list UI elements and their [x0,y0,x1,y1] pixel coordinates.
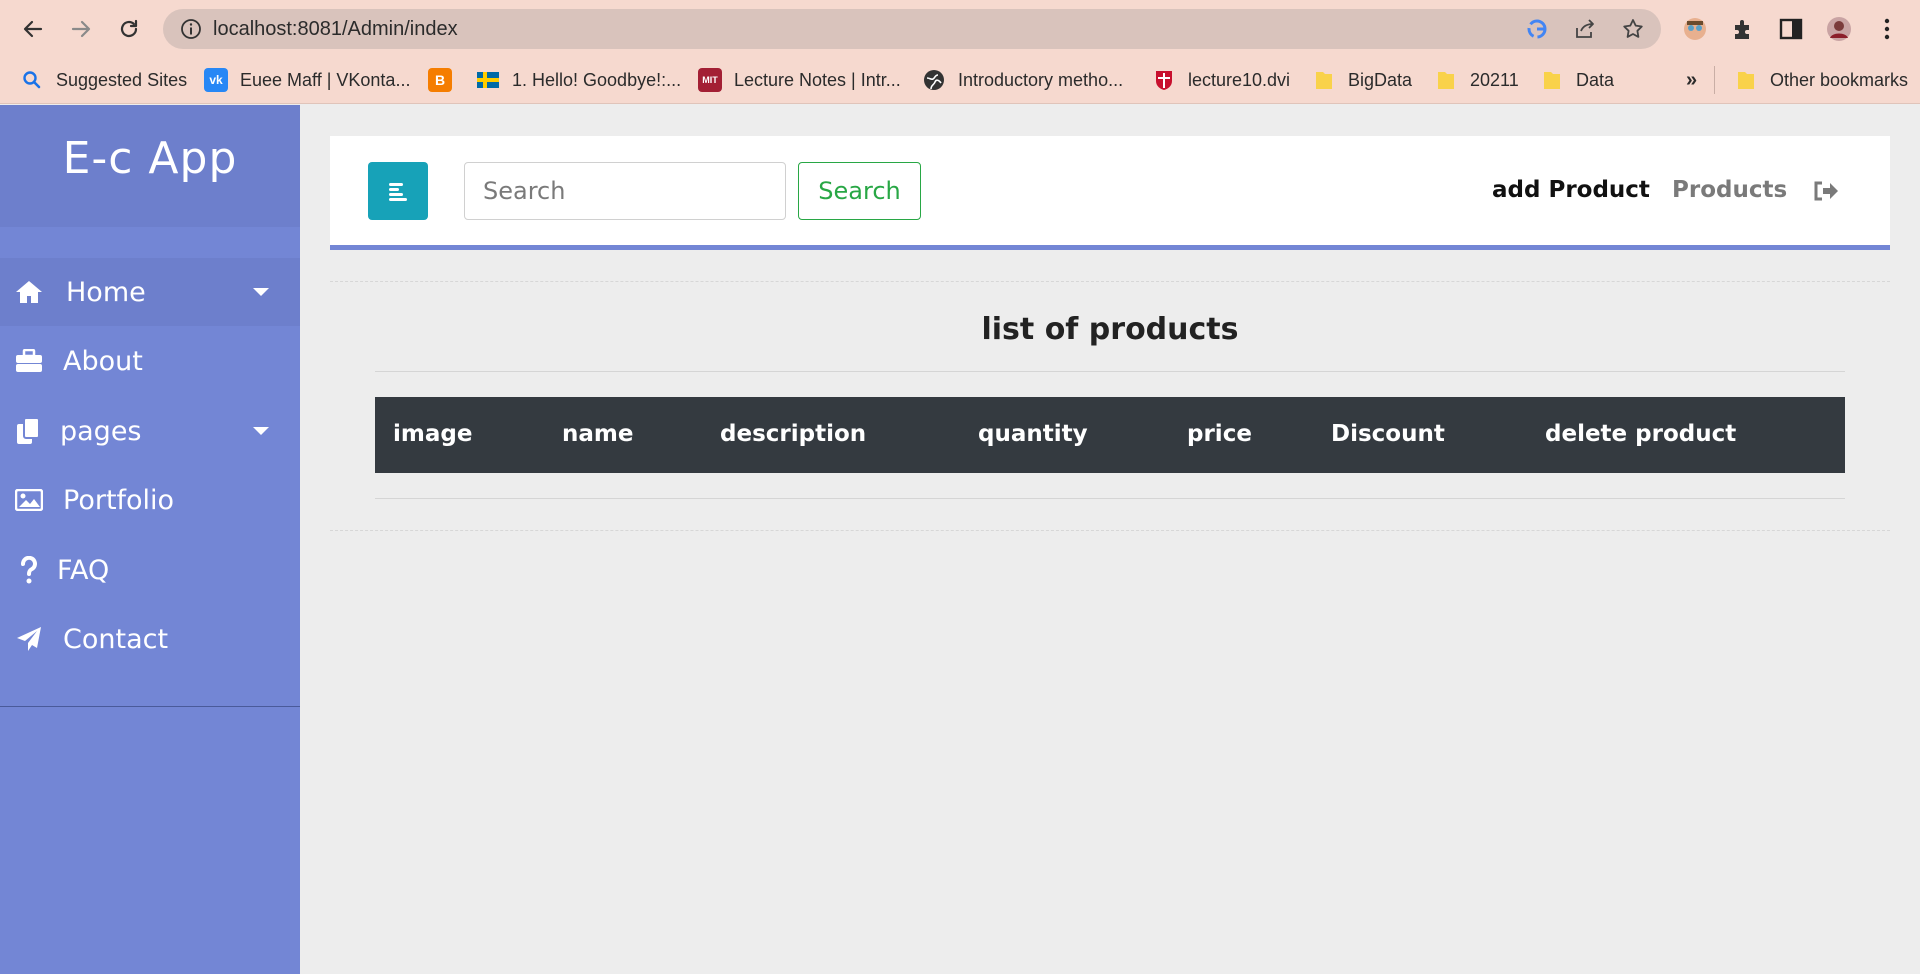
column-header-description: description [720,421,867,447]
column-header-image: image [393,421,473,447]
search-button[interactable]: Search [798,162,921,220]
browser-toolbar: localhost:8081/Admin/index [0,0,1920,57]
crest-icon [1152,68,1176,92]
sidebar-item-label: Portfolio [63,484,175,516]
column-header-name: name [562,421,634,447]
reload-button[interactable] [112,12,146,46]
bookmark-label: 20211 [1470,69,1519,90]
sidebar-item-label: Contact [63,623,169,655]
align-left-icon [389,183,407,201]
question-icon [14,555,44,585]
bookmark-label: Suggested Sites [56,69,188,90]
profile-avatar-icon[interactable] [1826,16,1852,42]
app-title: E-c App [62,133,238,184]
image-icon [14,485,44,515]
browser-menu-icon[interactable] [1874,16,1900,42]
sidebar-item-label: pages [60,415,142,447]
sidebar-item-home[interactable]: Home [0,258,300,326]
sidebar-item-about[interactable]: About [0,327,300,395]
caret-down-icon [253,288,269,296]
bookmarks-bar: Suggested Sites vk Euee Maff | VKonta...… [0,57,1920,104]
url-text[interactable]: localhost:8081/Admin/index [213,18,458,41]
copy-icon [14,416,44,446]
folder-icon [1312,68,1336,92]
caret-down-icon [253,427,269,435]
sidebar-item-contact[interactable]: Contact [0,605,300,673]
extension-avatar-icon[interactable] [1682,16,1708,42]
bookmark-label: Euee Maff | VKonta... [240,69,411,90]
more-bookmarks-label: » [1686,68,1698,91]
bookmark-data[interactable]: Data [1540,66,1614,94]
address-bar[interactable]: localhost:8081/Admin/index [163,9,1661,49]
sidebar: E-c App Home About pages Portfolio FAQ C… [0,105,300,974]
blogger-icon: B [428,68,452,92]
folder-icon [1434,68,1458,92]
back-button[interactable] [16,12,50,46]
bookmark-vkontakte[interactable]: vk Euee Maff | VKonta... [204,66,410,94]
folder-icon [1734,68,1758,92]
sweden-flag-icon [476,68,500,92]
sidebar-item-portfolio[interactable]: Portfolio [0,466,300,534]
bookmark-lecture10[interactable]: lecture10.dvi [1152,66,1290,94]
column-header-price: price [1187,421,1252,447]
content-divider-top [330,281,1890,282]
add-product-link[interactable]: add Product [1492,177,1650,203]
table-bottom-rule [375,498,1845,499]
more-bookmarks-button[interactable]: » [1686,66,1697,94]
forward-button[interactable] [64,12,98,46]
extensions-puzzle-icon[interactable] [1730,16,1756,42]
paper-plane-icon [14,624,44,654]
content-divider-bottom [330,530,1890,531]
folder-icon [1540,68,1564,92]
site-info-icon[interactable] [179,17,203,41]
bookmark-lecture-notes[interactable]: MIT Lecture Notes | Intr... [698,66,901,94]
page-title: list of products [981,312,1239,347]
sidebar-toggle-button[interactable] [368,162,428,220]
bookmark-introductory-methods[interactable]: Introductory metho... [922,66,1123,94]
bookmark-label: 1. Hello! Goodbye!:... [512,69,682,90]
bookmark-20211[interactable]: 20211 [1434,66,1519,94]
bookmark-hello-goodbye[interactable]: 1. Hello! Goodbye!:... [476,66,681,94]
bookmark-label: Introductory metho... [958,69,1124,90]
other-bookmarks[interactable]: Other bookmarks [1734,66,1908,94]
bookmark-blogger[interactable]: B [428,66,452,94]
column-header-delete-product: delete product [1545,421,1737,447]
sidebar-item-pages[interactable]: pages [0,397,300,465]
mit-ocw-icon: MIT [698,68,722,92]
vk-icon: vk [204,68,228,92]
bookmark-bigdata[interactable]: BigData [1312,66,1412,94]
bookmark-label: Data [1576,69,1615,90]
products-table-header: image name description quantity price Di… [375,397,1845,473]
side-panel-icon[interactable] [1778,16,1804,42]
search-input[interactable] [464,162,786,220]
column-header-discount: Discount [1331,421,1445,447]
top-navbar: Search add Product Products [330,136,1890,250]
other-bookmarks-label: Other bookmarks [1770,69,1909,90]
globe-icon [922,68,946,92]
products-link[interactable]: Products [1672,177,1787,203]
bookmark-label: Lecture Notes | Intr... [734,69,901,90]
column-header-quantity: quantity [978,421,1088,447]
sidebar-item-label: FAQ [57,554,110,586]
sidebar-item-faq[interactable]: FAQ [0,536,300,604]
briefcase-icon [14,346,44,376]
forward-arrow-icon [71,20,91,38]
bookmark-star-icon[interactable] [1621,17,1645,41]
sidebar-divider [0,706,300,707]
search-icon [20,68,44,92]
bookmark-label: BigData [1348,69,1413,90]
home-icon [14,277,44,307]
back-arrow-icon [23,20,43,38]
sidebar-header: E-c App [0,105,300,227]
sidebar-item-label: Home [66,276,146,308]
reload-icon [120,19,138,38]
title-rule [375,371,1845,372]
bookmark-label: lecture10.dvi [1188,69,1291,90]
bookmarks-divider [1714,66,1715,94]
share-icon[interactable] [1573,17,1597,41]
google-icon[interactable] [1525,17,1549,41]
sign-out-icon[interactable] [1812,177,1840,205]
bookmark-suggested-sites[interactable]: Suggested Sites [20,66,187,94]
sidebar-item-label: About [63,345,143,377]
